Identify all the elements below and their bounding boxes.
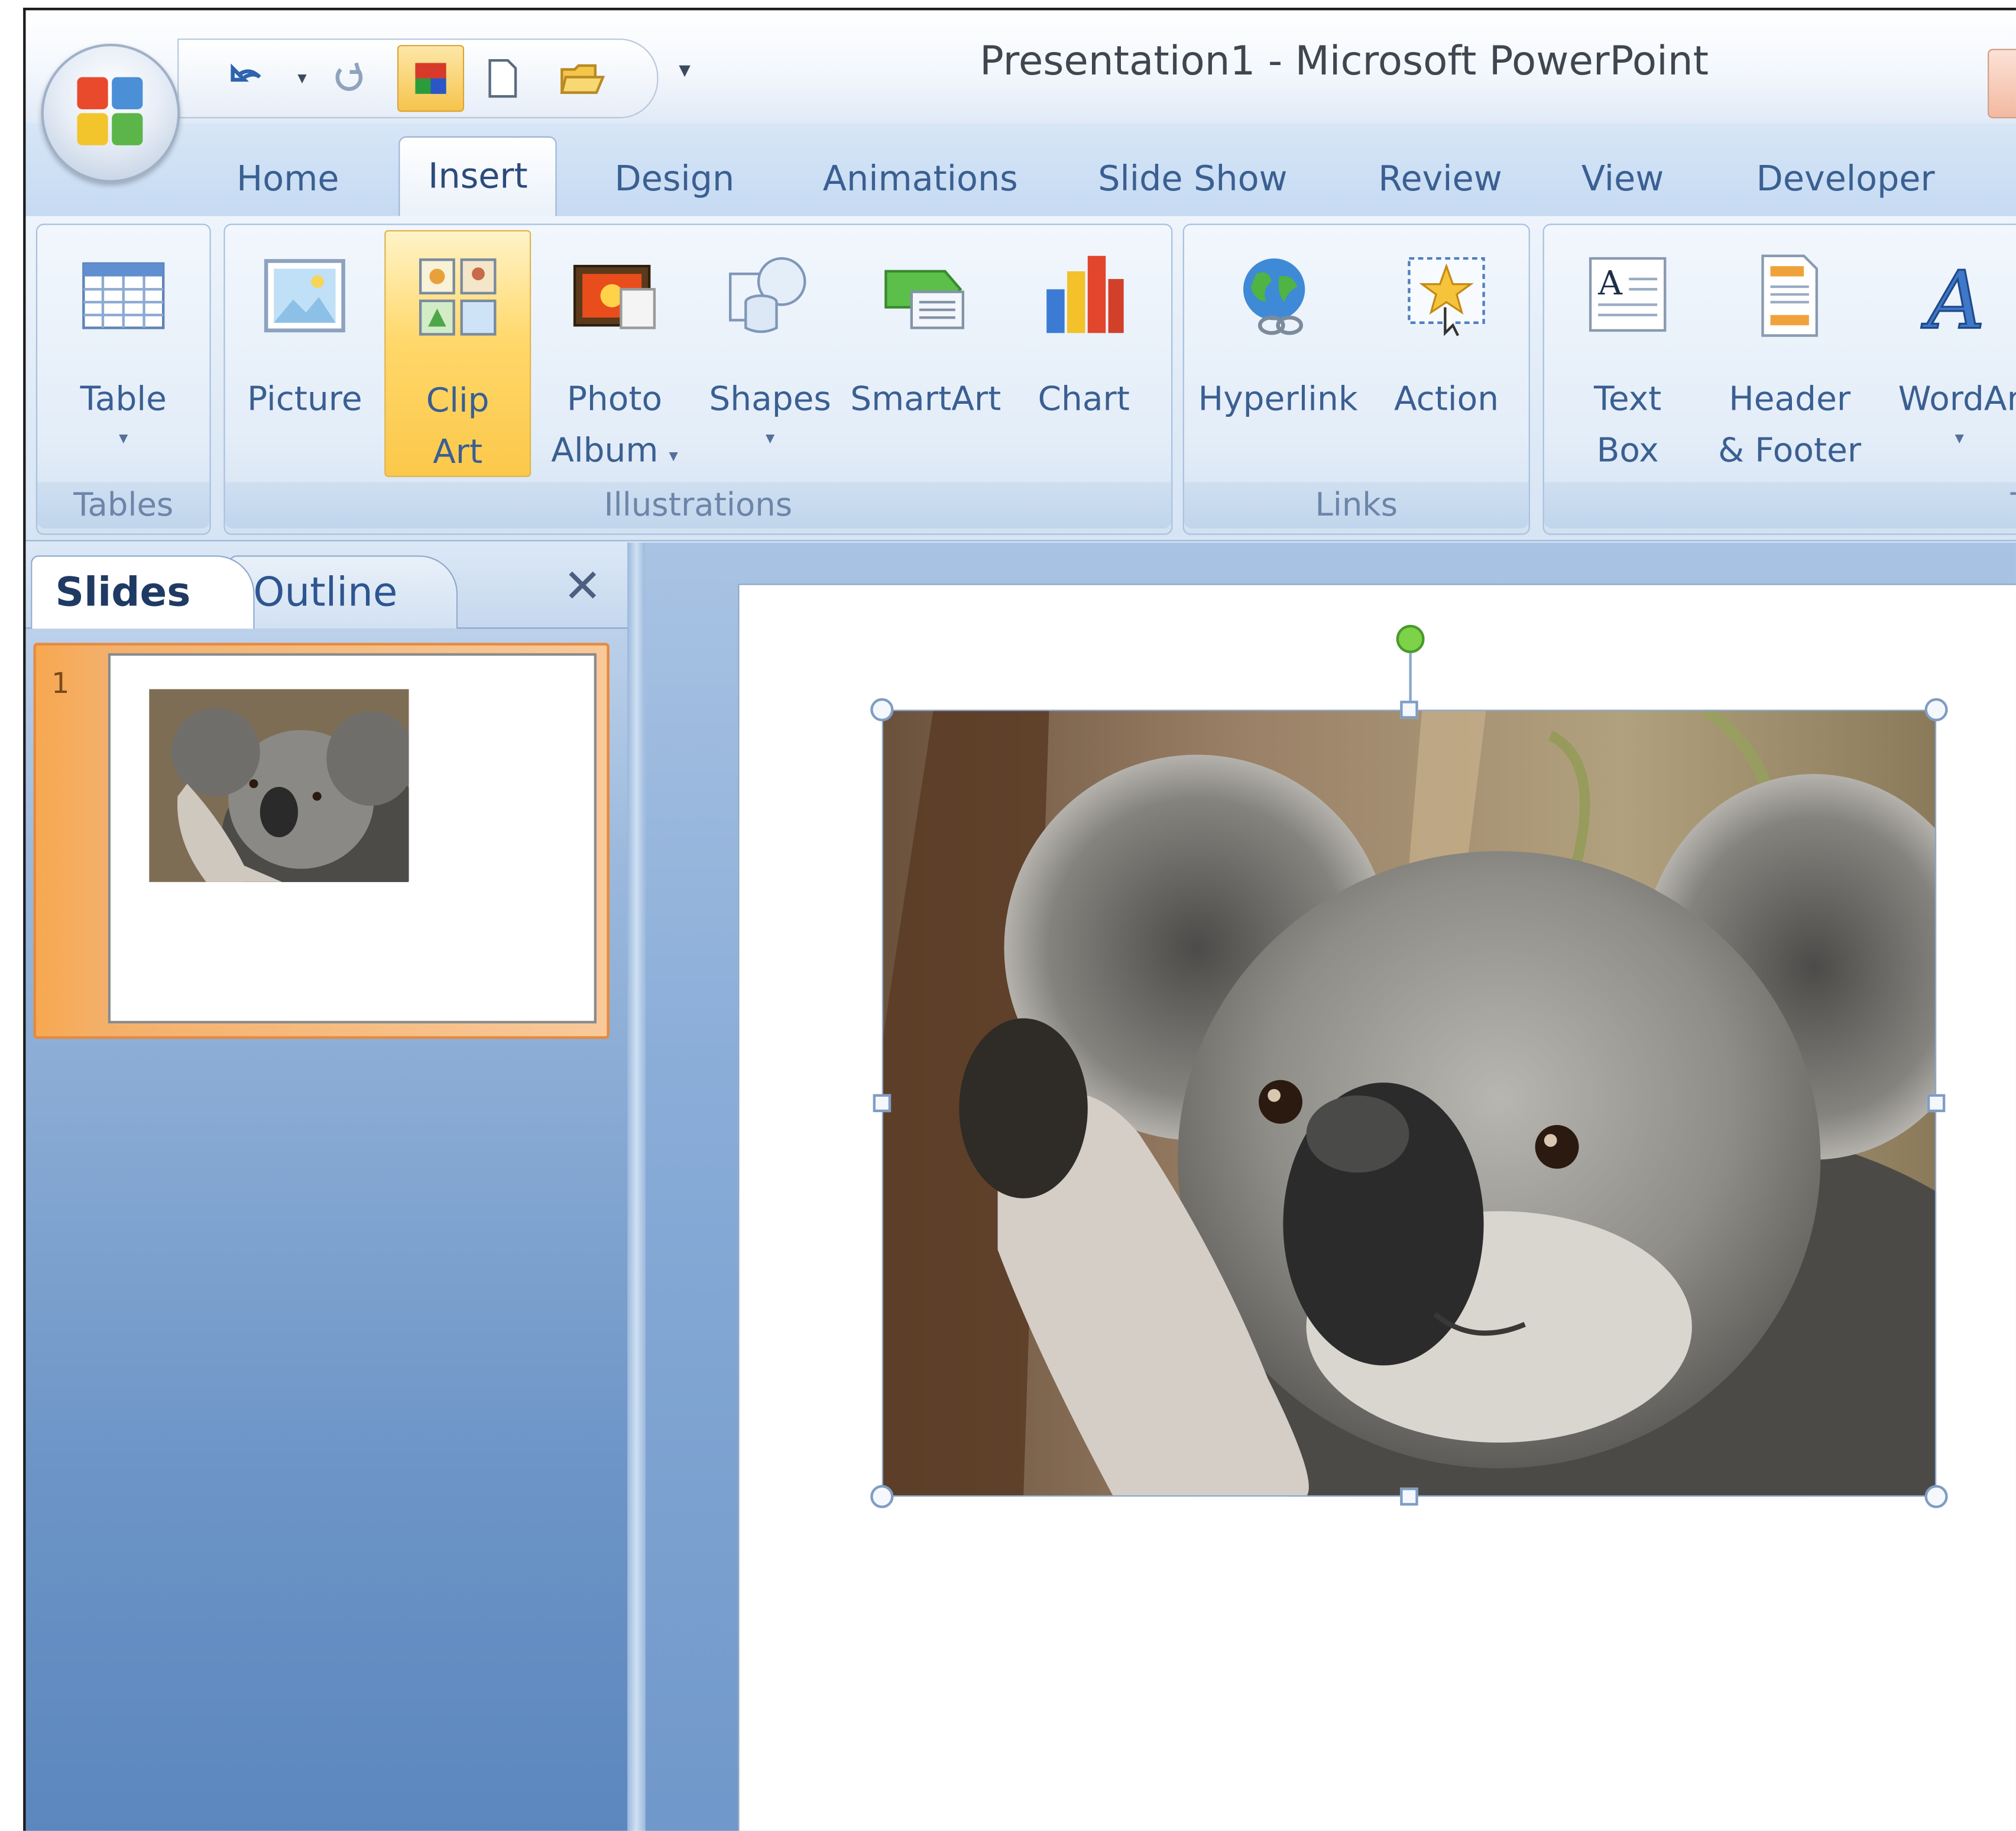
- smartart-icon: [884, 270, 965, 329]
- hyperlink-icon: [1243, 258, 1305, 335]
- minimize-button[interactable]: [1988, 48, 2016, 119]
- header-footer-label-1: Header: [1729, 380, 1851, 419]
- chart-label: Chart: [1038, 380, 1130, 419]
- picture-icon: [264, 259, 345, 333]
- pane-splitter[interactable]: [627, 542, 646, 1831]
- resize-handle-right[interactable]: [1927, 1094, 1946, 1113]
- photo-album-dropdown-icon: ▾: [669, 446, 678, 467]
- text-box-icon: A: [1589, 257, 1667, 332]
- slide-number: 1: [51, 668, 70, 701]
- ribbon-tab-bar: Home Insert Design Animations Slide Show…: [25, 123, 2016, 218]
- group-label-links: Links: [1184, 482, 1529, 529]
- undo-dropdown-icon[interactable]: ▾: [277, 53, 328, 104]
- office-logo-icon: [77, 77, 144, 146]
- tab-slide-show[interactable]: Slide Show: [1098, 147, 1287, 213]
- ribbon: Table ▾ Tables Picture Clip Art Photo Al…: [25, 216, 2016, 542]
- undo-icon[interactable]: [222, 53, 274, 104]
- table-dropdown-icon: ▾: [119, 428, 128, 449]
- office-button[interactable]: [41, 43, 180, 183]
- group-links: Hyperlink Action Links: [1182, 223, 1530, 535]
- header-footer-icon: [1761, 254, 1819, 337]
- shapes-dropdown-icon: ▾: [765, 428, 775, 449]
- powerpoint-window: Presentation1 - Microsoft PowerPoint ▾ ▾: [23, 8, 2016, 1831]
- tab-view[interactable]: View: [1581, 147, 1664, 213]
- tab-insert[interactable]: Insert: [398, 136, 558, 218]
- slide-thumbnail[interactable]: [108, 653, 597, 1024]
- action-button[interactable]: Action: [1372, 230, 1521, 474]
- group-tables: Table ▾ Tables: [35, 223, 211, 535]
- wordart-icon: A: [1920, 253, 1986, 341]
- header-footer-label-2: & Footer: [1718, 432, 1862, 471]
- tab-slides[interactable]: Slides: [31, 555, 255, 629]
- window-title: Presentation1 - Microsoft PowerPoint: [980, 38, 1709, 85]
- color-theme-icon[interactable]: [397, 45, 465, 112]
- picture-button[interactable]: Picture: [233, 230, 377, 474]
- rotation-handle[interactable]: [1396, 624, 1425, 653]
- shapes-button[interactable]: Shapes ▾: [696, 230, 845, 474]
- quick-access-toolbar: ▾: [177, 38, 659, 119]
- tab-review[interactable]: Review: [1378, 147, 1502, 213]
- text-box-button[interactable]: A Text Box: [1557, 230, 1699, 474]
- action-label: Action: [1393, 380, 1499, 419]
- table-label: Table: [80, 380, 167, 419]
- resize-handle-top-right[interactable]: [1924, 698, 1948, 722]
- picture-selection-border: [881, 709, 1937, 1497]
- customize-dropdown-icon[interactable]: ▾: [679, 57, 691, 84]
- new-document-icon[interactable]: [477, 53, 529, 104]
- clip-art-icon: [419, 258, 497, 336]
- tab-outline[interactable]: Outline: [229, 555, 458, 629]
- group-label-illustrations: Illustrations: [225, 482, 1172, 529]
- resize-handle-top[interactable]: [1400, 701, 1418, 719]
- chart-icon: [1046, 255, 1124, 333]
- svg-text:A: A: [1921, 254, 1985, 341]
- text-box-label-1: Text: [1593, 380, 1662, 419]
- group-text: A Text Box Header & Footer A WordAr ▾: [1542, 223, 2016, 535]
- header-footer-button[interactable]: Header & Footer: [1709, 230, 1871, 474]
- shapes-label: Shapes: [709, 380, 831, 419]
- group-label-tables: Tables: [37, 482, 210, 529]
- table-button[interactable]: Table ▾: [43, 230, 205, 474]
- hyperlink-button[interactable]: Hyperlink: [1192, 230, 1364, 474]
- resize-handle-bottom-left[interactable]: [870, 1485, 894, 1508]
- photo-album-button[interactable]: Photo Album ▾: [534, 230, 696, 474]
- hyperlink-label: Hyperlink: [1198, 380, 1358, 419]
- koala-thumbnail-image: [149, 689, 409, 882]
- tab-animations[interactable]: Animations: [823, 147, 1018, 213]
- wordart-label: WordAr: [1898, 380, 2016, 419]
- slide-thumbnail-selected[interactable]: 1: [33, 643, 610, 1039]
- svg-text:A: A: [1597, 264, 1623, 303]
- group-label-text: T: [1544, 482, 2016, 529]
- picture-label: Picture: [247, 380, 362, 419]
- smartart-label: SmartArt: [850, 380, 1001, 419]
- table-icon: [82, 262, 165, 329]
- photo-album-label-2: Album: [551, 432, 659, 471]
- shapes-icon: [729, 257, 806, 333]
- resize-handle-bottom-right[interactable]: [1924, 1485, 1948, 1508]
- wordart-dropdown-icon: ▾: [1955, 428, 1964, 449]
- clip-art-label-1: Clip: [426, 381, 490, 421]
- clip-art-label-2: Art: [433, 433, 483, 472]
- tab-developer[interactable]: Developer: [1756, 147, 1935, 213]
- resize-handle-bottom[interactable]: [1400, 1488, 1418, 1506]
- tab-design[interactable]: Design: [615, 147, 735, 213]
- redo-icon[interactable]: [323, 53, 374, 104]
- tab-home[interactable]: Home: [236, 147, 339, 213]
- chart-button[interactable]: Chart: [1012, 230, 1156, 474]
- text-box-label-2: Box: [1596, 432, 1659, 471]
- photo-album-label-1: Photo: [566, 380, 663, 419]
- clip-art-button[interactable]: Clip Art: [384, 230, 531, 477]
- photo-album-icon: [573, 264, 656, 329]
- group-illustrations: Picture Clip Art Photo Album ▾ Shapes ▾ …: [223, 223, 1173, 535]
- open-folder-icon[interactable]: [557, 53, 608, 104]
- action-icon: [1408, 257, 1485, 336]
- resize-handle-left[interactable]: [873, 1094, 892, 1113]
- smartart-button[interactable]: SmartArt: [847, 230, 1004, 474]
- close-icon[interactable]: ✕: [563, 560, 602, 613]
- pane-tab-bar: Outline Slides ✕: [25, 542, 628, 629]
- wordart-button[interactable]: A WordAr ▾: [1876, 230, 2016, 474]
- slides-pane: Outline Slides ✕ 1: [25, 542, 629, 1831]
- resize-handle-top-left[interactable]: [870, 698, 894, 722]
